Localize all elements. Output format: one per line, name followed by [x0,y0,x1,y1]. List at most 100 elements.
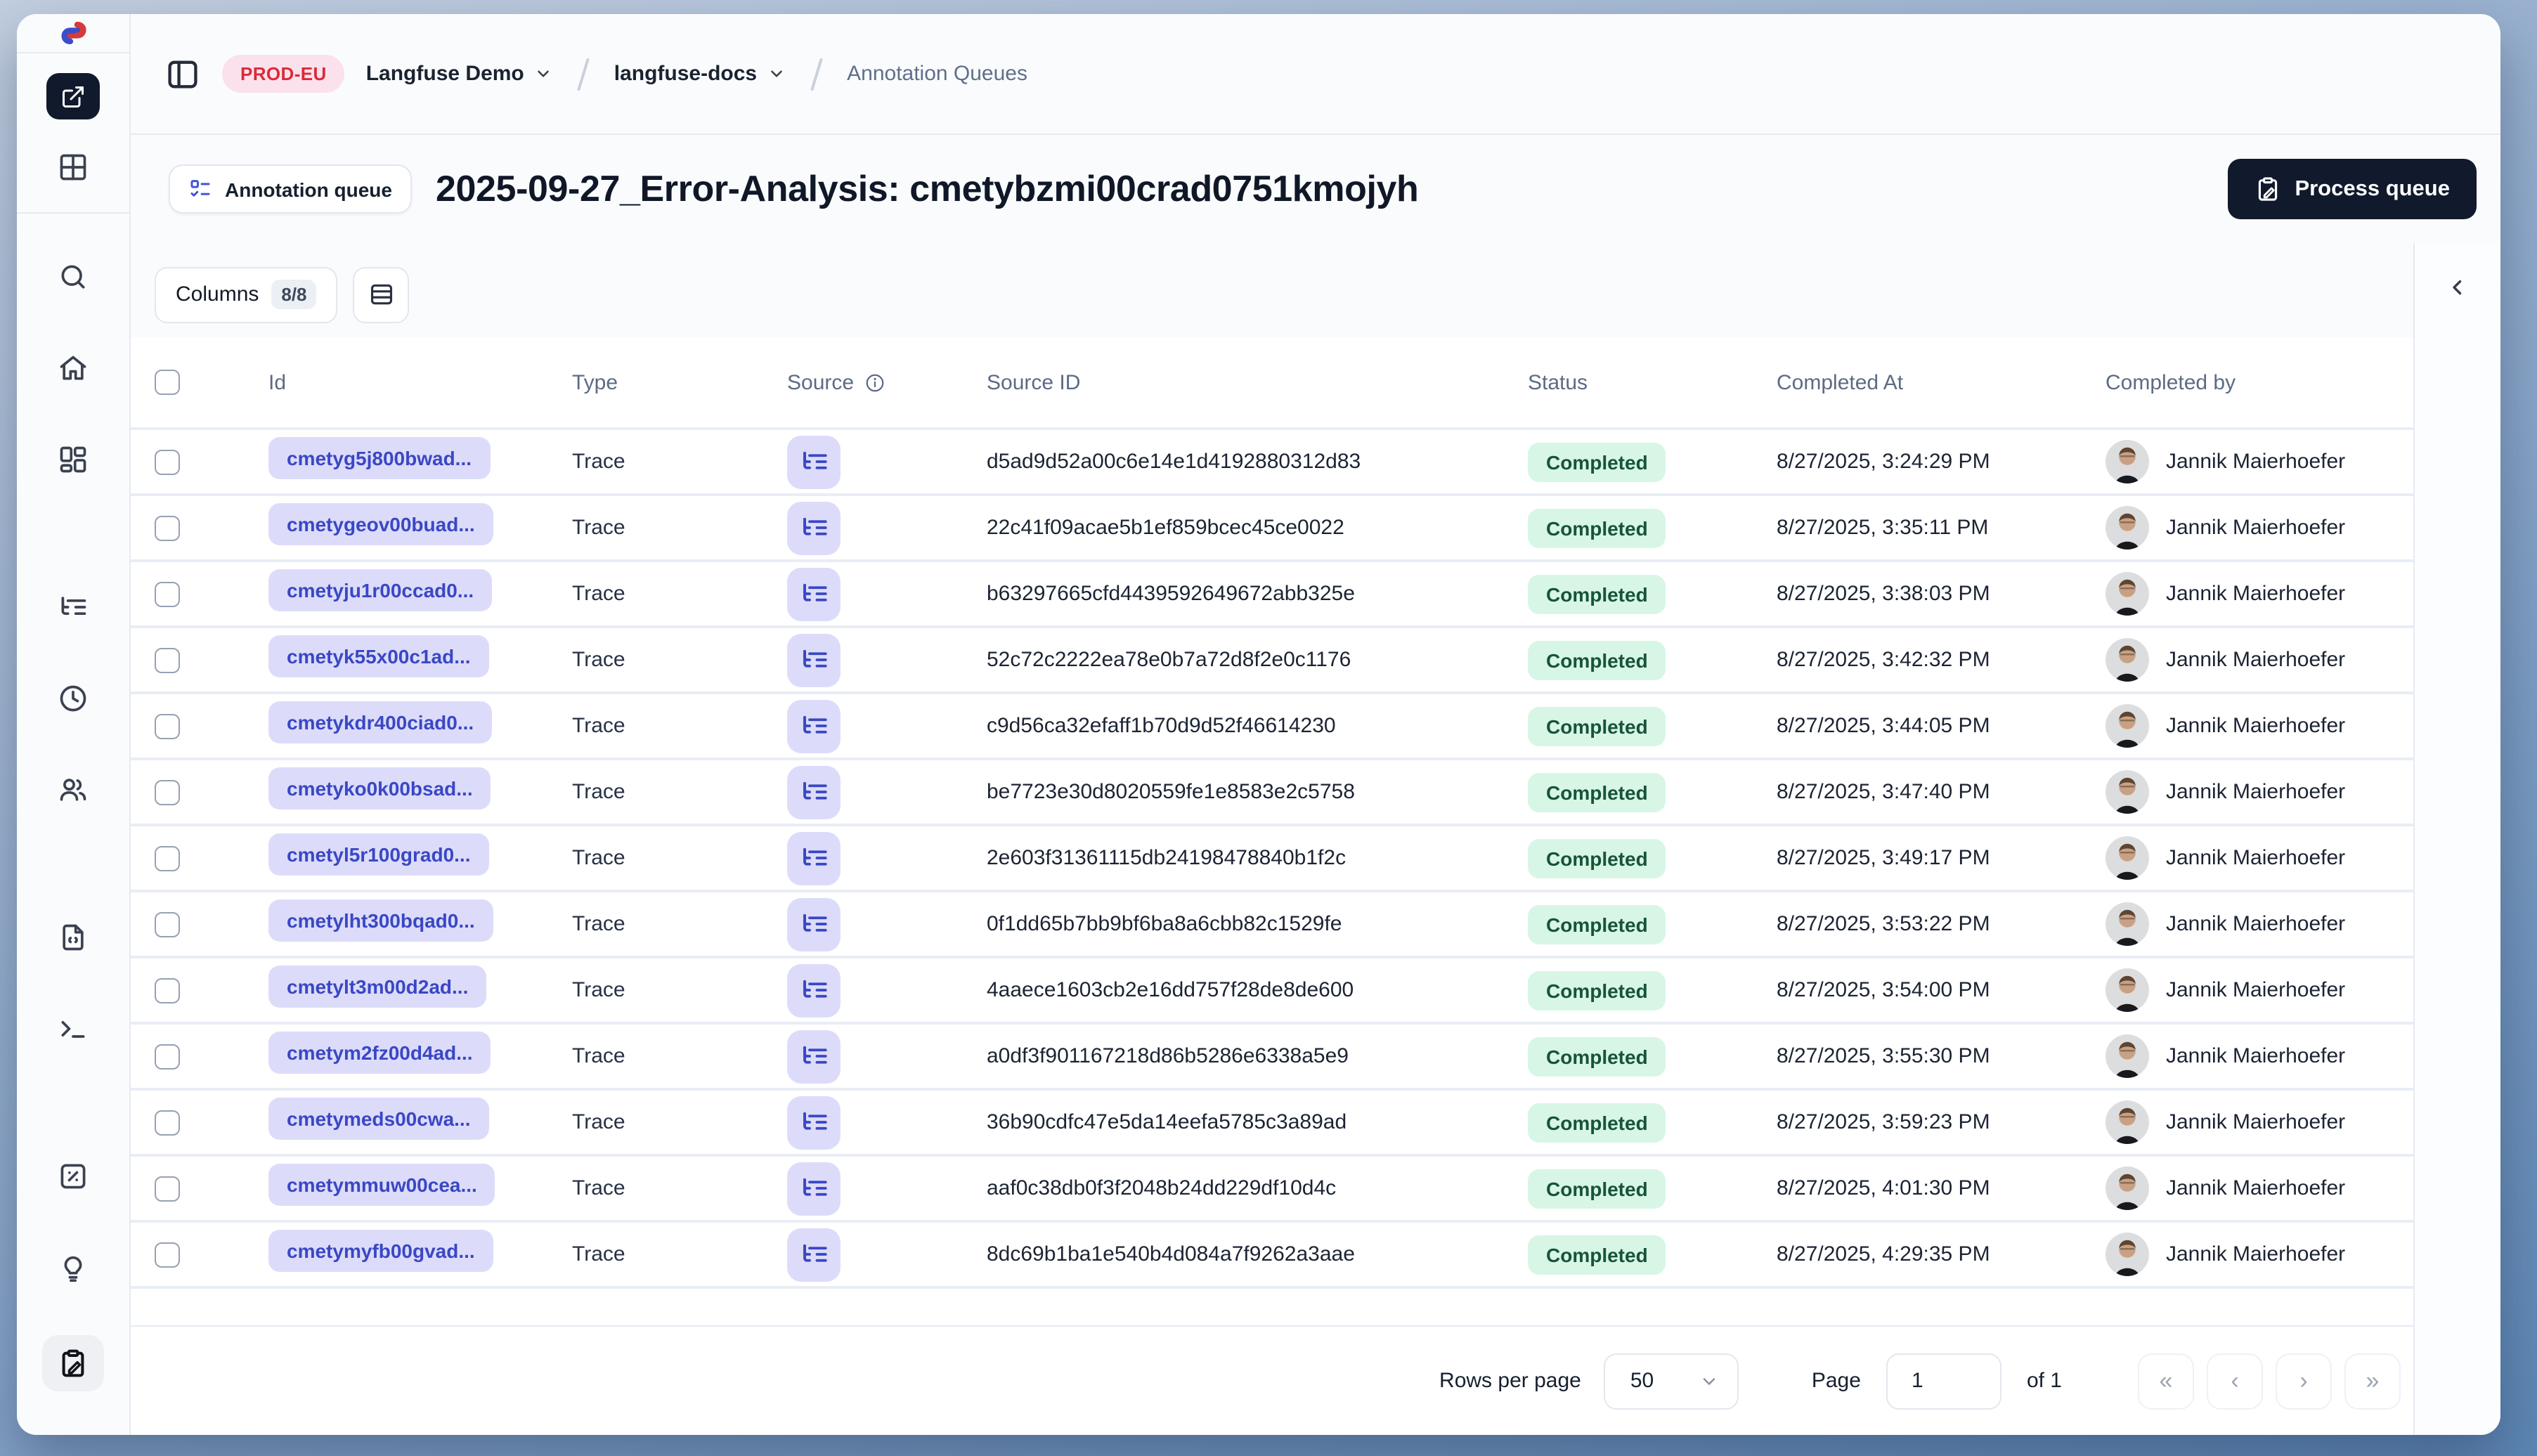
rows-per-page-select[interactable]: 50 [1603,1353,1739,1409]
trace-link-button[interactable] [787,501,841,554]
next-page-button[interactable]: › [2276,1353,2332,1409]
previous-page-button[interactable]: ‹ [2207,1353,2263,1409]
row-source-cell [787,897,987,951]
table-row[interactable]: cmetym2fz00d4ad... Trace a0df3f901167218… [131,1025,2413,1091]
item-id-badge[interactable]: cmetymeds00cwa... [268,1098,489,1140]
item-id-badge[interactable]: cmetyg5j800bwad... [268,437,491,479]
item-id-badge[interactable]: cmetykdr400ciad0... [268,701,493,743]
row-checkbox[interactable] [155,515,180,540]
trace-link-button[interactable] [787,765,841,819]
row-completed-by-cell: Jannik Maierhoefer [2105,440,2413,483]
column-header-completed-by[interactable]: Completed by [2105,370,2413,394]
column-header-completed-at[interactable]: Completed At [1777,370,2105,394]
row-height-button[interactable] [353,266,410,323]
sidebar-item-dashboards[interactable] [46,436,100,482]
item-id-badge[interactable]: cmetymmuw00cea... [268,1164,495,1206]
column-header-id[interactable]: Id [268,370,572,394]
completed-by-name: Jannik Maierhoefer [2166,1110,2346,1134]
sidebar-item-home[interactable] [46,344,100,391]
page-label: Page [1811,1369,1861,1393]
trace-link-button[interactable] [787,1096,841,1149]
table-row[interactable]: cmetykdr400ciad0... Trace c9d56ca32efaff… [131,694,2413,760]
breadcrumb-project[interactable]: langfuse-docs [614,62,785,86]
sidebar-item-prompts[interactable] [46,914,100,960]
table-row[interactable]: cmetyko0k00bsad... Trace be7723e30d80205… [131,760,2413,826]
item-id-badge[interactable]: cmetygeov00buad... [268,503,493,545]
item-id-badge[interactable]: cmetyk55x00c1ad... [268,635,489,677]
trace-link-button[interactable] [787,831,841,885]
process-queue-button[interactable]: Process queue [2227,159,2477,219]
trace-link-button[interactable] [787,897,841,951]
row-source-cell [787,567,987,620]
sidebar-item-tracing[interactable] [46,583,100,630]
sidebar-item-sessions[interactable] [46,675,100,721]
trace-link-button[interactable] [787,435,841,488]
table-row[interactable]: cmetylht300bqad0... Trace 0f1dd65b7bb9bf… [131,892,2413,958]
trace-link-button[interactable] [787,963,841,1017]
item-id-badge[interactable]: cmetymyfb00gvad... [268,1230,493,1272]
table-row[interactable]: cmetymeds00cwa... Trace 36b90cdfc47e5da1… [131,1091,2413,1157]
sidebar-item-users[interactable] [46,766,100,812]
table-row[interactable]: cmetymmuw00cea... Trace aaf0c38db0f3f204… [131,1157,2413,1223]
row-checkbox[interactable] [155,1176,180,1201]
sidebar-toggle-button[interactable] [164,56,201,92]
row-checkbox[interactable] [155,713,180,739]
item-id-badge[interactable]: cmetyju1r00ccad0... [268,569,493,611]
item-id-badge[interactable]: cmetylht300bqad0... [268,899,493,942]
langfuse-logo[interactable] [17,14,129,53]
sidebar-item-views[interactable] [46,143,100,190]
table-row[interactable]: cmetyk55x00c1ad... Trace 52c72c2222ea78e… [131,628,2413,694]
row-checkbox[interactable] [155,845,180,871]
trace-link-button[interactable] [787,1228,841,1281]
column-header-type[interactable]: Type [572,370,787,394]
table-row[interactable]: cmetymyfb00gvad... Trace 8dc69b1ba1e540b… [131,1223,2413,1289]
row-checkbox[interactable] [155,1242,180,1267]
trace-link-button[interactable] [787,567,841,620]
row-checkbox[interactable] [155,779,180,805]
table-row[interactable]: cmetyl5r100grad0... Trace 2e603f31361115… [131,826,2413,892]
first-page-button[interactable]: « [2138,1353,2194,1409]
row-checkbox[interactable] [155,581,180,606]
row-checkbox[interactable] [155,449,180,474]
trace-link-button[interactable] [787,1162,841,1215]
completed-by-avatar [2105,902,2149,946]
column-header-status[interactable]: Status [1528,370,1777,394]
row-checkbox[interactable] [155,911,180,937]
trace-link-button[interactable] [787,633,841,687]
row-checkbox[interactable] [155,647,180,672]
item-id-badge[interactable]: cmetym2fz00d4ad... [268,1032,491,1074]
select-all-checkbox[interactable] [155,370,180,395]
column-header-source[interactable]: Source [787,370,987,394]
sidebar-item-annotation-queues[interactable] [42,1335,104,1391]
row-type-cell: Trace [572,846,625,870]
item-id-badge[interactable]: cmetylt3m00d2ad... [268,966,487,1008]
column-header-source-id[interactable]: Source ID [987,370,1528,394]
percent-square-icon [60,1163,86,1188]
open-external-button[interactable] [46,73,100,119]
table-row[interactable]: cmetyg5j800bwad... Trace d5ad9d52a00c6e1… [131,430,2413,496]
row-checkbox[interactable] [155,977,180,1003]
sidebar-item-insights[interactable] [46,1244,100,1290]
trace-link-button[interactable] [787,1029,841,1083]
item-id-badge[interactable]: cmetyl5r100grad0... [268,833,489,876]
item-id-badge[interactable]: cmetyko0k00bsad... [268,767,491,810]
select-all-cell [131,370,268,395]
sidebar-item-evaluation[interactable] [46,1152,100,1199]
list-tree-icon [799,579,829,609]
page-number-input[interactable] [1886,1353,2001,1409]
table-row[interactable]: cmetygeov00buad... Trace 22c41f09acae5b1… [131,496,2413,562]
last-page-button[interactable]: » [2344,1353,2401,1409]
row-checkbox[interactable] [155,1044,180,1069]
row-type-cell: Trace [572,1110,625,1134]
trace-link-button[interactable] [787,699,841,753]
table-row[interactable]: cmetyju1r00ccad0... Trace b63297665cfd44… [131,562,2413,628]
expand-panel-button[interactable] [2437,266,2479,308]
status-badge: Completed [1528,1169,1666,1208]
table-row[interactable]: cmetylt3m00d2ad... Trace 4aaece1603cb2e1… [131,958,2413,1025]
columns-button[interactable]: Columns 8/8 [155,266,338,323]
row-completed-at-cell: 8/27/2025, 3:59:23 PM [1777,1110,1990,1134]
sidebar-item-playground[interactable] [46,1005,100,1051]
sidebar-item-search[interactable] [46,253,100,299]
breadcrumb-org[interactable]: Langfuse Demo [366,62,552,86]
row-checkbox[interactable] [155,1110,180,1135]
